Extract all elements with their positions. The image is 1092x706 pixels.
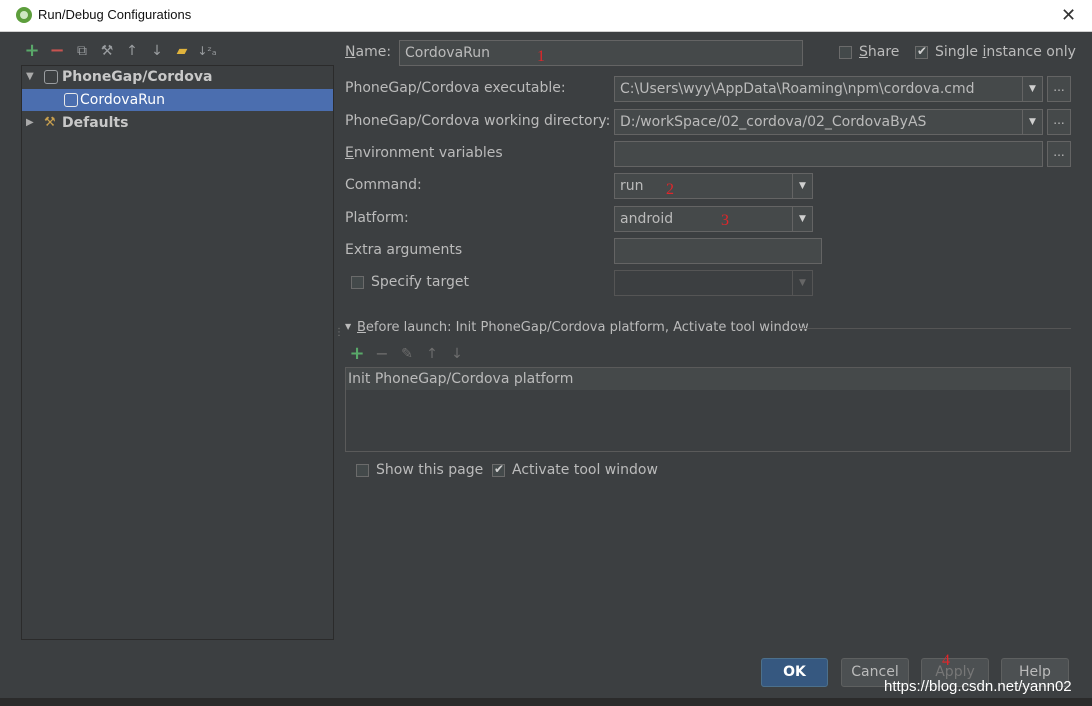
- single-instance-label: Single instance only: [935, 44, 1076, 60]
- annotation-3: 3: [721, 212, 729, 229]
- close-icon[interactable]: ✕: [1061, 5, 1076, 26]
- command-select[interactable]: run ▼: [614, 173, 813, 199]
- add-task-icon[interactable]: +: [347, 344, 367, 364]
- working-directory-label: PhoneGap/Cordova working directory:: [345, 113, 611, 129]
- section-divider: [795, 328, 1071, 329]
- executable-value: C:\Users\wyy\AppData\Roaming\npm\cordova…: [620, 81, 975, 97]
- chevron-down-icon[interactable]: ▼: [1022, 110, 1042, 134]
- folder-icon[interactable]: ▰: [172, 41, 192, 61]
- annotation-2: 2: [666, 181, 674, 198]
- add-icon[interactable]: +: [22, 41, 42, 61]
- working-directory-value: D:/workSpace/02_cordova/02_CordovaByAS: [620, 114, 927, 130]
- window-title: Run/Debug Configurations: [38, 7, 192, 22]
- wrench-icon[interactable]: ⚒: [97, 41, 117, 61]
- target-select: ▼: [614, 270, 813, 296]
- move-task-up-icon[interactable]: ↑: [422, 344, 442, 364]
- browse-executable-button[interactable]: ...: [1047, 76, 1071, 102]
- sort-icon[interactable]: ↓ᶻₐ: [197, 41, 217, 61]
- platform-label: Platform:: [345, 210, 409, 226]
- cordova-icon: [44, 70, 58, 84]
- extra-arguments-input[interactable]: [614, 238, 822, 264]
- specify-target-checkbox[interactable]: [351, 276, 364, 289]
- name-input[interactable]: CordovaRun: [399, 40, 803, 66]
- chevron-down-icon[interactable]: ▼: [792, 207, 812, 231]
- tree-defaults-label: Defaults: [62, 115, 129, 131]
- browse-directory-button[interactable]: ...: [1047, 109, 1071, 135]
- before-launch-task-list[interactable]: Init PhoneGap/Cordova platform: [345, 367, 1071, 452]
- platform-value: android: [620, 211, 674, 227]
- show-page-checkbox[interactable]: [356, 464, 369, 477]
- chevron-down-icon: ▼: [792, 271, 812, 295]
- working-directory-combo[interactable]: D:/workSpace/02_cordova/02_CordovaByAS ▼: [614, 109, 1043, 135]
- ok-button[interactable]: OK: [761, 658, 828, 687]
- app-icon: [16, 7, 32, 23]
- share-checkbox[interactable]: [839, 46, 852, 59]
- annotation-1: 1: [537, 48, 545, 65]
- expand-arrow-icon[interactable]: ▼: [26, 66, 34, 88]
- activate-tool-window-label: Activate tool window: [512, 462, 658, 478]
- executable-combo[interactable]: C:\Users\wyy\AppData\Roaming\npm\cordova…: [614, 76, 1043, 102]
- single-instance-checkbox[interactable]: [915, 44, 928, 59]
- executable-label: PhoneGap/Cordova executable:: [345, 80, 566, 96]
- collapse-arrow-icon[interactable]: ▼: [345, 322, 351, 331]
- chevron-down-icon[interactable]: ▼: [792, 174, 812, 198]
- annotation-4: 4: [942, 652, 950, 669]
- activate-tool-window-checkbox[interactable]: [492, 462, 505, 477]
- splitter-handle[interactable]: ⋮: [334, 328, 344, 345]
- remove-icon[interactable]: −: [47, 41, 67, 61]
- collapse-arrow-icon[interactable]: ▶: [26, 112, 34, 134]
- environment-input[interactable]: [614, 141, 1043, 167]
- edit-task-icon[interactable]: ✎: [397, 344, 417, 364]
- tree-group-defaults[interactable]: ▶ ⚒ Defaults: [22, 112, 333, 134]
- tree-item-cordovarun[interactable]: CordovaRun: [22, 89, 333, 111]
- move-task-down-icon[interactable]: ↓: [447, 344, 467, 364]
- platform-select[interactable]: android ▼: [614, 206, 813, 232]
- show-page-label: Show this page: [376, 462, 484, 478]
- watermark: https://blog.csdn.net/yann02: [884, 678, 1072, 695]
- bottom-strip: [0, 698, 1092, 706]
- remove-task-icon[interactable]: −: [372, 344, 392, 364]
- extra-arguments-label: Extra arguments: [345, 242, 463, 258]
- wrench-icon: ⚒: [44, 115, 56, 130]
- specify-target-label: Specify target: [371, 274, 469, 290]
- move-down-icon[interactable]: ↓: [147, 41, 167, 61]
- before-launch-header[interactable]: Before launch: Init PhoneGap/Cordova pla…: [357, 320, 809, 335]
- share-label: Share: [859, 44, 900, 60]
- move-up-icon[interactable]: ↑: [122, 41, 142, 61]
- copy-icon[interactable]: ⧉: [72, 41, 92, 61]
- command-value: run: [620, 178, 644, 194]
- cordova-icon: [64, 93, 78, 107]
- chevron-down-icon[interactable]: ▼: [1022, 77, 1042, 101]
- tree-group-label: PhoneGap/Cordova: [62, 69, 213, 85]
- command-label: Command:: [345, 177, 422, 193]
- name-label: Name:: [345, 44, 392, 60]
- environment-label: Environment variables: [345, 145, 503, 161]
- edit-environment-button[interactable]: ...: [1047, 141, 1071, 167]
- configuration-tree[interactable]: ▼ PhoneGap/Cordova CordovaRun ▶ ⚒ Defaul…: [21, 65, 334, 640]
- list-item[interactable]: Init PhoneGap/Cordova platform: [346, 368, 1070, 390]
- tree-group-phonegap[interactable]: ▼ PhoneGap/Cordova: [22, 66, 333, 88]
- tree-item-label: CordovaRun: [80, 92, 166, 108]
